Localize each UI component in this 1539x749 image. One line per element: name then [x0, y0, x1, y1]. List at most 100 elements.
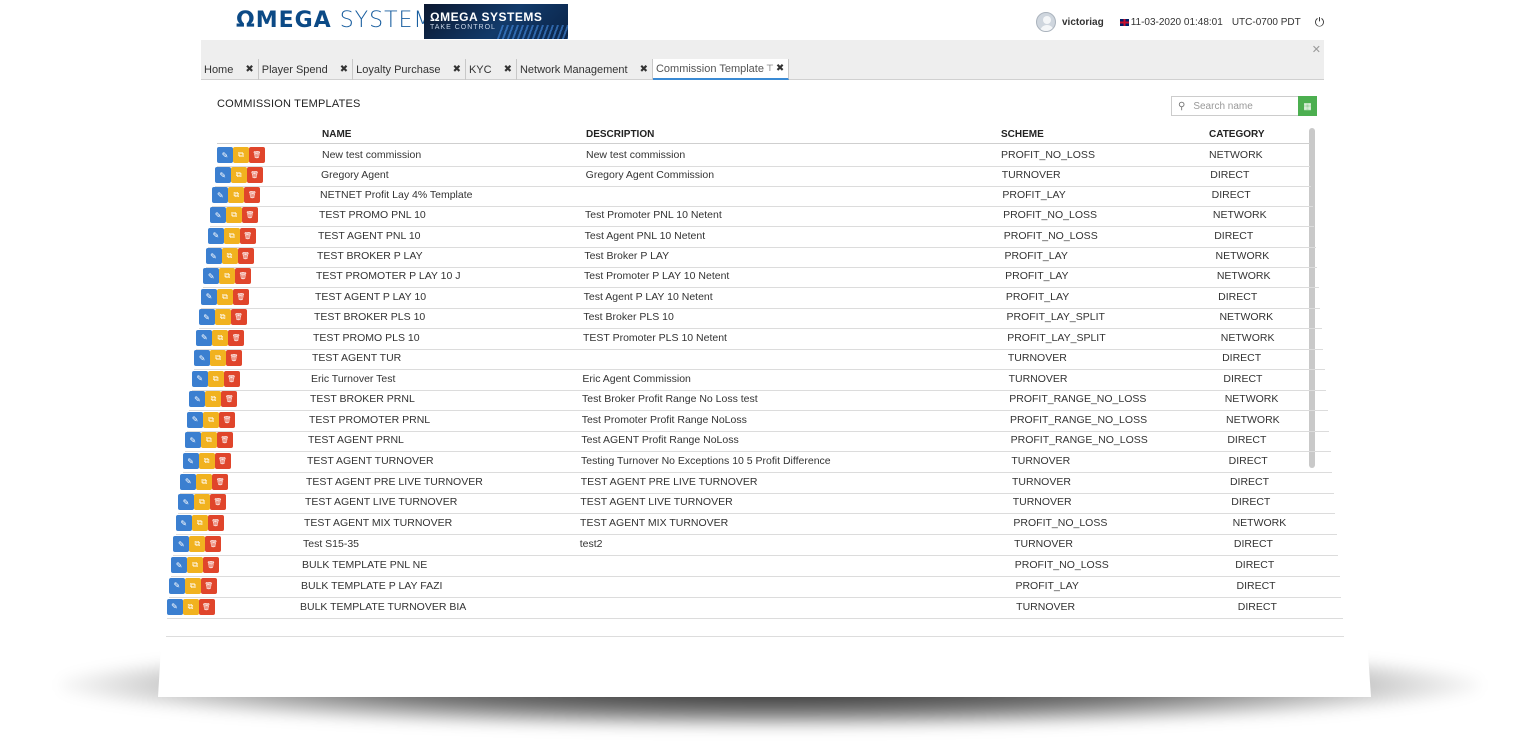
copy-button[interactable]: ⧉	[210, 350, 227, 366]
delete-button[interactable]: 🗑	[223, 370, 240, 387]
delete-button[interactable]: 🗑	[200, 577, 217, 594]
edit-button[interactable]: ✎	[171, 557, 188, 573]
edit-button[interactable]: ✎	[207, 227, 224, 244]
column-header-scheme[interactable]: SCHEME	[1001, 129, 1044, 140]
delete-button[interactable]: 🗑	[207, 515, 224, 532]
edit-button[interactable]: ✎	[203, 268, 220, 285]
edit-button[interactable]: ✎	[184, 432, 201, 449]
edit-button[interactable]: ✎	[175, 515, 192, 532]
search-input[interactable]: ⚲ Search name	[1171, 96, 1299, 116]
edit-button[interactable]: ✎	[214, 167, 231, 184]
delete-button[interactable]: 🗑	[232, 288, 249, 305]
edit-button[interactable]: ✎	[173, 536, 190, 553]
edit-button[interactable]: ✎	[187, 411, 204, 428]
delete-button[interactable]: 🗑	[226, 350, 243, 366]
column-header-category[interactable]: CATEGORY	[1209, 129, 1265, 140]
copy-button[interactable]: ⧉	[226, 207, 243, 224]
power-icon[interactable]: ⏻	[1315, 15, 1325, 30]
column-header-description[interactable]: DESCRIPTION	[586, 129, 654, 140]
edit-button[interactable]: ✎	[205, 248, 222, 264]
copy-button[interactable]: ⧉	[189, 536, 206, 553]
delete-button[interactable]: 🗑	[212, 473, 229, 490]
table-row[interactable]: ✎ ⧉ 🗑 NETNET Profit Lay 4% Template PROFIT_L…	[212, 186, 1313, 208]
delete-button[interactable]: 🗑	[198, 598, 215, 615]
excel-export-button[interactable]: ▦	[1298, 96, 1317, 116]
table-row[interactable]: ✎ ⧉ 🗑 TEST AGENT TUR TURNOVER DIRECT	[194, 349, 1325, 370]
table-row[interactable]: ✎ ⧉ 🗑 TEST AGENT TURNOVER Testing Turnover N…	[182, 452, 1333, 473]
table-row[interactable]: ✎ ⧉ 🗑 TEST AGENT PRE LIVE TURNOVER TEST AGEN…	[180, 473, 1334, 494]
tab-kyc[interactable]: KYC ✖	[466, 59, 517, 80]
table-row[interactable]: ✎ ⧉ 🗑 TEST AGENT PRNL Test AGENT Profit Rang…	[184, 431, 1331, 453]
copy-button[interactable]: ⧉	[233, 147, 249, 163]
table-row[interactable]: ✎ ⧉ 🗑 TEST AGENT PNL 10 Test Agent PNL 10 Ne…	[207, 227, 1316, 248]
copy-button[interactable]: ⧉	[223, 227, 240, 244]
edit-button[interactable]: ✎	[166, 598, 183, 615]
delete-button[interactable]: 🗑	[235, 268, 252, 285]
table-row[interactable]: ✎ ⧉ 🗑 Test S15-35 test2 TURNOVER DIRECT	[173, 535, 1339, 557]
table-row[interactable]: ✎ ⧉ 🗑 TEST PROMOTER PRNL Test Promoter Profi…	[187, 411, 1330, 432]
close-tab-icon[interactable]: ✖	[640, 64, 648, 75]
delete-button[interactable]: 🗑	[209, 494, 226, 511]
tab-loyalty-purchase[interactable]: Loyalty Purchase ✖	[353, 59, 466, 80]
delete-button[interactable]: 🗑	[216, 432, 233, 449]
copy-button[interactable]: ⧉	[228, 187, 245, 204]
edit-button[interactable]: ✎	[168, 577, 185, 594]
delete-button[interactable]: 🗑	[237, 248, 254, 264]
edit-button[interactable]: ✎	[217, 147, 233, 163]
edit-button[interactable]: ✎	[210, 207, 227, 224]
copy-button[interactable]: ⧉	[205, 391, 222, 408]
delete-button[interactable]: 🗑	[242, 207, 259, 224]
table-row[interactable]: ✎ ⧉ 🗑 TEST BROKER P LAY Test Broker P LAY PRO…	[205, 247, 1318, 268]
copy-button[interactable]: ⧉	[198, 453, 215, 469]
edit-button[interactable]: ✎	[177, 494, 194, 511]
delete-button[interactable]: 🗑	[244, 187, 261, 204]
delete-button[interactable]: 🗑	[230, 309, 247, 326]
table-row[interactable]: ✎ ⧉ 🗑 TEST AGENT P LAY 10 Test Agent P LAY 1…	[200, 288, 1321, 309]
tab-commission-template[interactable]: Commission Template ⊤ ✖	[652, 59, 790, 80]
copy-button[interactable]: ⧉	[193, 494, 210, 511]
copy-button[interactable]: ⧉	[212, 329, 229, 346]
table-row[interactable]: ✎ ⧉ 🗑 BULK TEMPLATE PNL NE PROFIT_NO_LOSS DIR…	[171, 556, 1340, 577]
close-tab-icon[interactable]: ✖	[340, 64, 348, 75]
copy-button[interactable]: ⧉	[187, 557, 204, 573]
table-row[interactable]: ✎ ⧉ 🗑 TEST AGENT MIX TURNOVER TEST AGENT MIX…	[175, 514, 1337, 536]
table-row[interactable]: ✎ ⧉ 🗑 BULK TEMPLATE TURNOVER BIA TURNOVER DIR…	[166, 598, 1343, 619]
copy-button[interactable]: ⧉	[203, 411, 220, 428]
close-all-tabs-icon[interactable]: ✕	[1312, 43, 1321, 56]
copy-button[interactable]: ⧉	[191, 515, 208, 532]
edit-button[interactable]: ✎	[182, 453, 199, 469]
table-row[interactable]: ✎ ⧉ 🗑 Gregory Agent Gregory Agent Commission…	[214, 166, 1312, 188]
table-row[interactable]: ✎ ⧉ 🗑 TEST PROMO PNL 10 Test Promoter PNL 10…	[210, 206, 1315, 228]
copy-button[interactable]: ⧉	[196, 473, 213, 490]
delete-button[interactable]: 🗑	[214, 453, 231, 469]
edit-button[interactable]: ✎	[191, 370, 208, 387]
delete-button[interactable]: 🗑	[228, 329, 245, 346]
delete-button[interactable]: 🗑	[221, 391, 238, 408]
edit-button[interactable]: ✎	[212, 187, 229, 204]
delete-button[interactable]: 🗑	[219, 411, 236, 428]
copy-button[interactable]: ⧉	[216, 288, 233, 305]
delete-button[interactable]: 🗑	[239, 227, 256, 244]
tab-home[interactable]: Home ✖	[201, 59, 259, 80]
edit-button[interactable]: ✎	[198, 309, 215, 326]
copy-button[interactable]: ⧉	[207, 370, 224, 387]
column-header-name[interactable]: NAME	[322, 129, 351, 140]
table-row[interactable]: ✎ ⧉ 🗑 TEST BROKER PRNL Test Broker Profit Ra…	[189, 390, 1328, 412]
table-row[interactable]: ✎ ⧉ 🗑 TEST PROMO PLS 10 TEST Promoter PLS 10…	[196, 329, 1324, 350]
edit-button[interactable]: ✎	[196, 329, 213, 346]
edit-button[interactable]: ✎	[189, 391, 206, 408]
close-tab-icon[interactable]: ✖	[776, 63, 784, 74]
delete-button[interactable]: 🗑	[205, 536, 222, 553]
close-tab-icon[interactable]: ✖	[245, 64, 253, 75]
avatar[interactable]	[1036, 12, 1056, 32]
copy-button[interactable]: ⧉	[230, 167, 247, 184]
tab-network-management[interactable]: Network Management ✖	[517, 59, 653, 80]
table-row[interactable]: ✎ ⧉ 🗑 BULK TEMPLATE P LAY FAZI PROFIT_LAY DIR…	[168, 577, 1342, 598]
table-row[interactable]: ✎ ⧉ 🗑 Eric Turnover Test Eric Agent Commissi…	[191, 370, 1327, 391]
table-row[interactable]: ✎ ⧉ 🗑 TEST BROKER PLS 10 Test Broker PLS 10 P…	[198, 308, 1322, 330]
tab-player-spend[interactable]: Player Spend ✖	[259, 59, 354, 80]
table-row[interactable]: ✎ ⧉ 🗑 TEST AGENT LIVE TURNOVER TEST AGENT LI…	[177, 493, 1336, 515]
username[interactable]: victoriag	[1062, 17, 1104, 28]
copy-button[interactable]: ⧉	[214, 309, 231, 326]
copy-button[interactable]: ⧉	[182, 598, 199, 615]
